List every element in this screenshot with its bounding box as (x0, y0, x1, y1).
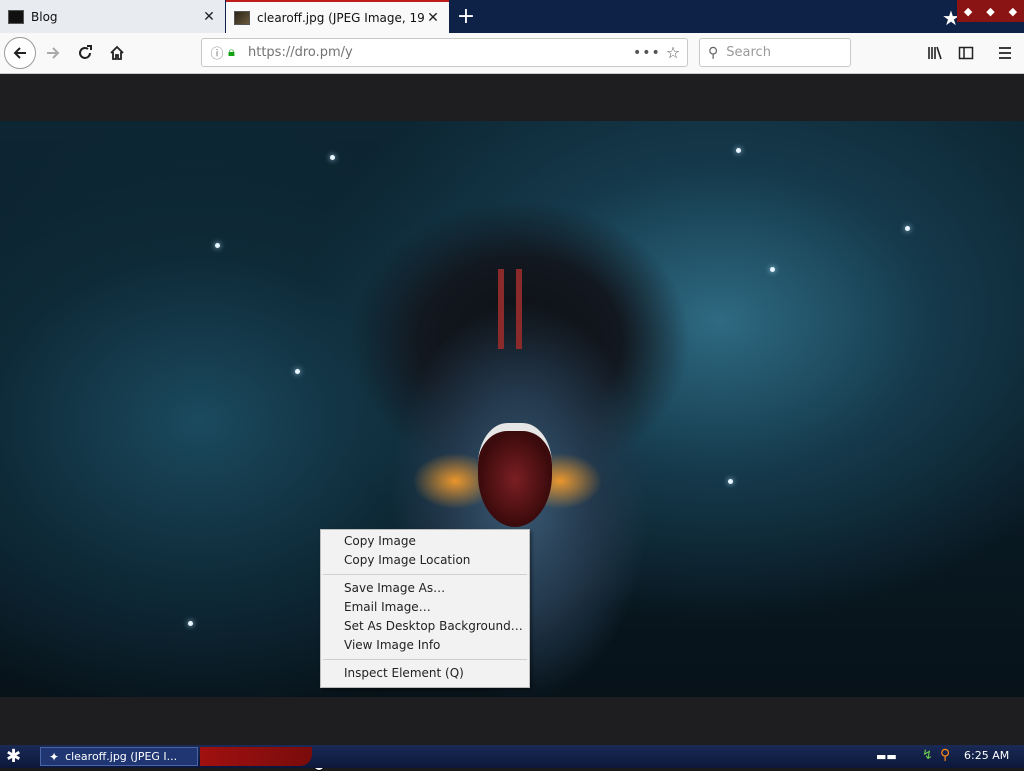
url-bar[interactable]: ⓘ 🔒︎ https://dro.pm/y ••• ☆ (201, 38, 688, 67)
home-button[interactable] (102, 38, 132, 68)
menu-item-copy-image-location[interactable]: Copy Image Location (321, 551, 529, 570)
keyboard-icon[interactable]: ▬▬ (876, 750, 897, 763)
menu-separator (323, 659, 527, 660)
library-icon (928, 46, 942, 60)
spark (215, 243, 220, 248)
tray-search-icon[interactable]: ⚲ (940, 747, 950, 763)
sidebar-icon (958, 46, 974, 60)
tab-title: Blog (31, 9, 58, 24)
window-controls: ◆ ◆ ◆ (957, 0, 1024, 22)
tab-title: clearoff.jpg (JPEG Image, 1920 × 1080 pi… (257, 10, 425, 25)
home-icon (110, 45, 124, 60)
search-input[interactable] (724, 44, 839, 61)
taskbar: ✱ ✦ clearoff.jpg (JPEG I... ▬▬ ↯ ⚲ 6:25 … (0, 745, 1024, 768)
face-paint-stripe (498, 269, 504, 349)
close-window-icon[interactable]: ◆ (1009, 5, 1017, 18)
back-button[interactable] (4, 37, 36, 69)
page-actions-icon[interactable]: ••• (633, 45, 660, 61)
maximize-icon[interactable]: ◆ (986, 5, 994, 18)
navigation-toolbar: ⓘ 🔒︎ https://dro.pm/y ••• ☆ ⚲ (0, 33, 1024, 74)
back-arrow-icon (13, 47, 26, 59)
system-clock: 6:25 AM (964, 749, 1010, 762)
taskbar-item-label: clearoff.jpg (JPEG I... (65, 750, 178, 763)
tab-blog[interactable]: Blog ✕ (0, 0, 225, 33)
menu-item-save-image-as[interactable]: Save Image As… (321, 579, 529, 598)
forward-button[interactable] (38, 38, 68, 68)
menu-separator (323, 574, 527, 575)
menu-item-set-desktop-background[interactable]: Set As Desktop Background… (321, 617, 529, 636)
close-tab-icon[interactable]: ✕ (425, 10, 441, 26)
close-tab-icon[interactable]: ✕ (201, 9, 217, 25)
search-icon: ⚲ (708, 44, 719, 61)
info-icon[interactable]: ⓘ (206, 43, 228, 62)
spark (905, 226, 910, 231)
minimize-icon[interactable]: ◆ (964, 5, 972, 18)
spark (330, 155, 335, 160)
image-context-menu: Copy Image Copy Image Location Save Imag… (320, 529, 530, 688)
spark (736, 148, 741, 153)
browser-task-icon: ✦ (49, 749, 60, 764)
reload-icon (79, 45, 92, 59)
blog-favicon-icon (8, 9, 24, 24)
hamburger-menu-icon (999, 47, 1011, 59)
url-text[interactable]: https://dro.pm/y (248, 45, 633, 60)
creature-mouth (478, 423, 552, 527)
menu-item-copy-image[interactable]: Copy Image (321, 532, 529, 551)
open-menu-button[interactable] (990, 38, 1020, 68)
search-bar[interactable]: ⚲ (699, 38, 851, 67)
tray-network-icon[interactable]: ↯ (922, 748, 933, 763)
new-tab-button[interactable]: + (452, 0, 480, 33)
sidebar-button[interactable] (951, 38, 981, 68)
library-button[interactable] (920, 38, 950, 68)
spark (728, 479, 733, 484)
tab-clearoff-image[interactable]: clearoff.jpg (JPEG Image, 1920 × 1080 pi… (226, 0, 449, 33)
menu-item-view-image-info[interactable]: View Image Info (321, 636, 529, 655)
lock-icon[interactable]: 🔒︎ (228, 45, 244, 60)
bookmark-star-icon[interactable]: ☆ (659, 43, 687, 62)
spark (770, 267, 775, 272)
reload-button[interactable] (70, 38, 100, 68)
face-paint-stripe (516, 269, 522, 349)
image-favicon-icon (234, 10, 250, 25)
spark (188, 621, 193, 626)
start-button[interactable]: ✱ (6, 746, 21, 767)
spark (295, 369, 300, 374)
menu-item-email-image[interactable]: Email Image… (321, 598, 529, 617)
taskbar-decoration (200, 747, 312, 766)
taskbar-item-browser[interactable]: ✦ clearoff.jpg (JPEG I... (40, 747, 198, 766)
tab-strip: Blog ✕ clearoff.jpg (JPEG Image, 1920 × … (0, 0, 1024, 33)
forward-arrow-icon (47, 47, 60, 59)
menu-item-inspect-element[interactable]: Inspect Element (Q) (321, 664, 529, 683)
